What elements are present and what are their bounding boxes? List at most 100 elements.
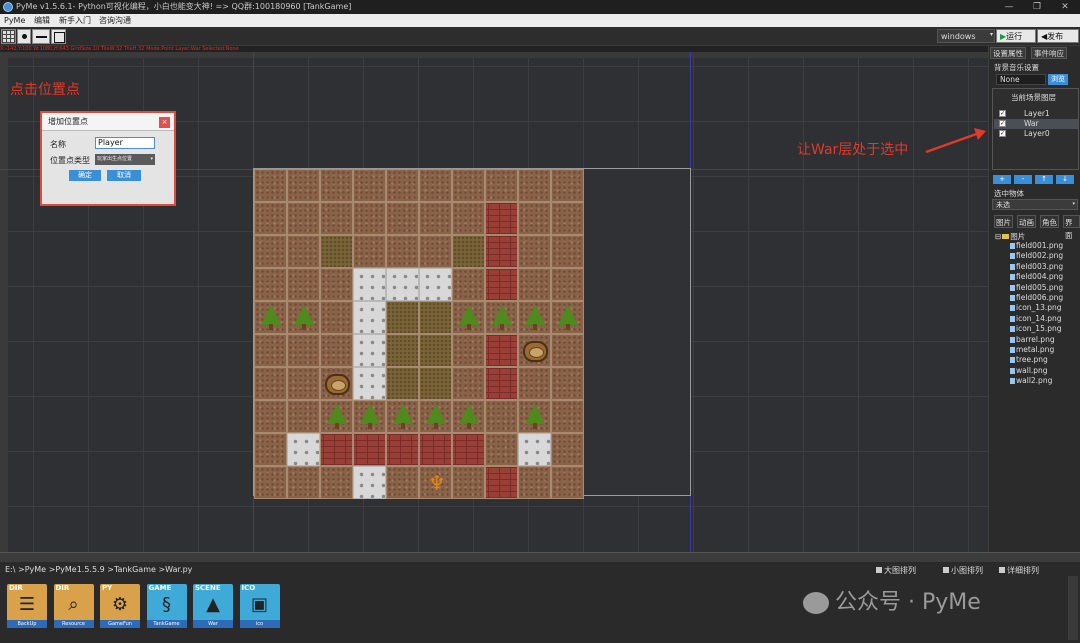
map-tile-dirt[interactable] bbox=[254, 400, 287, 433]
map-tile-dirt[interactable] bbox=[320, 169, 353, 202]
file-item[interactable]: tree.png bbox=[1010, 355, 1048, 365]
map-tile-tree[interactable] bbox=[485, 301, 518, 334]
map-tile-dirt[interactable] bbox=[452, 202, 485, 235]
map-tile-wall[interactable] bbox=[452, 433, 485, 466]
checkbox-icon[interactable]: ✓ bbox=[999, 130, 1006, 137]
tab-animations[interactable]: 动画 bbox=[1017, 215, 1036, 228]
checkbox-icon[interactable]: ✓ bbox=[999, 120, 1006, 127]
layer-item-layer1[interactable]: ✓ Layer1 bbox=[994, 109, 1078, 119]
checkbox-icon[interactable]: ✓ bbox=[999, 110, 1006, 117]
map-tile-dirt[interactable] bbox=[518, 235, 551, 268]
map-tile-dirt[interactable] bbox=[518, 202, 551, 235]
maximize-button[interactable]: ❐ bbox=[1023, 0, 1051, 14]
map-tile-dirt[interactable] bbox=[320, 301, 353, 334]
dialog-close-button[interactable]: × bbox=[159, 117, 170, 128]
map-tile-dirt[interactable] bbox=[254, 466, 287, 499]
point-tool-button[interactable] bbox=[17, 29, 31, 44]
map-tile-grass[interactable] bbox=[386, 367, 419, 400]
minimize-button[interactable]: — bbox=[995, 0, 1023, 14]
map-tile-tree[interactable] bbox=[452, 400, 485, 433]
map-tile-dirt[interactable] bbox=[254, 367, 287, 400]
map-tile-dirt[interactable] bbox=[254, 334, 287, 367]
map-tile-dirt[interactable] bbox=[452, 334, 485, 367]
menu-getting-started[interactable]: 新手入门 bbox=[59, 14, 91, 27]
map-tile-wall[interactable] bbox=[485, 466, 518, 499]
map-tile-wall[interactable] bbox=[419, 433, 452, 466]
tab-events[interactable]: 事件响应 bbox=[1031, 47, 1067, 59]
detail-view-option[interactable]: 详细排列 bbox=[999, 565, 1039, 576]
map-tile-wall[interactable] bbox=[353, 433, 386, 466]
file-item[interactable]: field006.png bbox=[1010, 293, 1063, 303]
map-tile-dirt[interactable] bbox=[452, 268, 485, 301]
map-tile-dirt[interactable] bbox=[386, 235, 419, 268]
file-item[interactable]: metal.png bbox=[1010, 345, 1054, 355]
map-tile-grass[interactable] bbox=[419, 301, 452, 334]
map-tile-grass[interactable] bbox=[320, 235, 353, 268]
menu-consult[interactable]: 咨询沟通 bbox=[99, 14, 131, 27]
map-tile-dirt[interactable] bbox=[485, 169, 518, 202]
music-field[interactable]: None bbox=[996, 74, 1046, 85]
publish-button[interactable]: ◀发布 bbox=[1037, 29, 1079, 43]
file-item[interactable]: field002.png bbox=[1010, 251, 1063, 261]
tab-properties[interactable]: 设置属性 bbox=[990, 47, 1026, 59]
map-tile-metal[interactable] bbox=[287, 433, 320, 466]
map-tile-dirt[interactable] bbox=[551, 202, 584, 235]
map-tile-dirt[interactable] bbox=[353, 169, 386, 202]
map-tile-wall[interactable] bbox=[485, 334, 518, 367]
folder-item[interactable]: DIR ☰ BackUp bbox=[7, 584, 47, 628]
point-type-select[interactable]: 玩家出生点位置 ▾ bbox=[95, 154, 155, 165]
map-tile-tree[interactable] bbox=[386, 400, 419, 433]
map-tile-dirt[interactable] bbox=[551, 400, 584, 433]
line-tool-button[interactable] bbox=[32, 29, 50, 44]
move-layer-down-button[interactable]: ↓ bbox=[1056, 175, 1074, 184]
map-tile-wall[interactable] bbox=[320, 433, 353, 466]
folder-item[interactable]: ICO ▣ ico bbox=[239, 584, 280, 628]
map-tile-dirt[interactable] bbox=[518, 367, 551, 400]
grid-tool-button[interactable] bbox=[1, 29, 16, 44]
map-tile-dirt[interactable] bbox=[287, 334, 320, 367]
map-tile-dirt[interactable] bbox=[353, 202, 386, 235]
map-tile-metal[interactable] bbox=[419, 268, 452, 301]
map-tile-tree[interactable] bbox=[353, 400, 386, 433]
cancel-button[interactable]: 取消 bbox=[107, 170, 141, 181]
folder-item[interactable]: GAME § TankGame bbox=[146, 584, 187, 628]
folder-item[interactable]: PY ⚙ GameFun bbox=[100, 584, 140, 628]
map-tile-dirt[interactable] bbox=[452, 367, 485, 400]
run-button[interactable]: ▶运行 bbox=[996, 29, 1036, 43]
map-tile-dirt[interactable] bbox=[287, 169, 320, 202]
map-tile-dirt[interactable] bbox=[419, 202, 452, 235]
map-tile-dirt[interactable] bbox=[254, 433, 287, 466]
map-tile-wall[interactable] bbox=[485, 268, 518, 301]
file-item[interactable]: field001.png bbox=[1010, 241, 1063, 251]
map-tile-grass[interactable] bbox=[452, 235, 485, 268]
map-tile-wall[interactable] bbox=[485, 202, 518, 235]
tab-ui[interactable]: 界面 bbox=[1063, 215, 1080, 240]
add-layer-button[interactable]: + bbox=[993, 175, 1011, 184]
map-tile-tree[interactable] bbox=[254, 301, 287, 334]
collapse-icon[interactable]: ⊟ bbox=[995, 232, 1001, 241]
layer-item-war[interactable]: ✓ War bbox=[994, 119, 1078, 129]
map-tile-dirt[interactable] bbox=[254, 202, 287, 235]
map-tile-wall[interactable] bbox=[386, 433, 419, 466]
browse-button[interactable]: 浏览 bbox=[1048, 74, 1068, 85]
map-tile-dirt[interactable] bbox=[386, 169, 419, 202]
map-tile-metal[interactable] bbox=[353, 268, 386, 301]
platform-select[interactable]: windows ▾ bbox=[937, 29, 995, 43]
map-tile-dirt[interactable] bbox=[452, 466, 485, 499]
folder-item[interactable]: DIR ⌕ Resource bbox=[53, 584, 94, 628]
menu-pyme[interactable]: PyMe bbox=[4, 14, 25, 27]
map-tile-dirt[interactable] bbox=[551, 334, 584, 367]
map-tile-dirt[interactable] bbox=[518, 169, 551, 202]
map-tile-dirt[interactable] bbox=[320, 334, 353, 367]
map-tile-barrel[interactable] bbox=[518, 334, 551, 367]
map-tile-dirt[interactable] bbox=[419, 235, 452, 268]
map-tile-tree[interactable] bbox=[551, 301, 584, 334]
map-tile-dirt[interactable] bbox=[551, 367, 584, 400]
map-tile-dirt[interactable] bbox=[386, 466, 419, 499]
map-tile-dirt[interactable] bbox=[485, 400, 518, 433]
map-tile-metal[interactable] bbox=[353, 367, 386, 400]
map-tile-metal[interactable] bbox=[353, 301, 386, 334]
map-tile-dirt[interactable] bbox=[287, 202, 320, 235]
map-tile-dirt[interactable] bbox=[551, 235, 584, 268]
file-item[interactable]: barrel.png bbox=[1010, 335, 1055, 345]
